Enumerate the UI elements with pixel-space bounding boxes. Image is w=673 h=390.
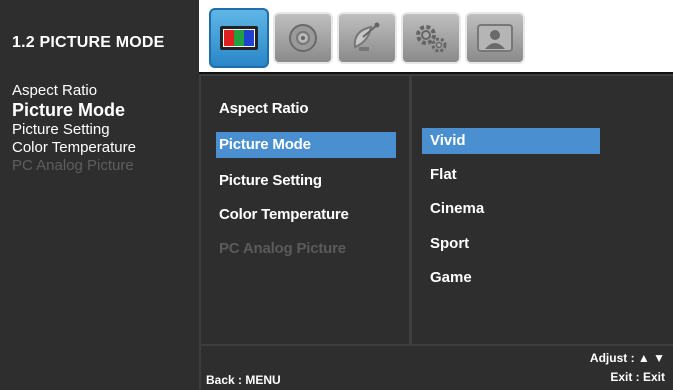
help-title: 1.2 PICTURE MODE xyxy=(12,34,165,51)
adjust-hint: Adjust : ▲ ▼ xyxy=(589,351,665,365)
help-item-aspect-ratio: Aspect Ratio xyxy=(12,82,98,99)
tab-setup[interactable] xyxy=(401,12,461,64)
menu-list: Aspect Ratio Picture Mode Picture Settin… xyxy=(201,76,409,344)
tab-channel[interactable] xyxy=(337,12,397,64)
help-item-picture-mode: Picture Mode xyxy=(12,100,126,120)
option-cinema[interactable]: Cinema xyxy=(422,196,600,222)
option-vivid[interactable]: Vivid xyxy=(422,128,600,154)
picture-icon xyxy=(220,26,258,50)
satellite-icon xyxy=(353,22,380,51)
back-hint: Back : MENU xyxy=(206,373,281,387)
options-list: Vivid Flat Cinema Sport Game xyxy=(412,76,673,344)
menu-item-color-temperature[interactable]: Color Temperature xyxy=(216,202,396,228)
menu-item-picture-mode[interactable]: Picture Mode xyxy=(216,132,396,158)
help-list: Aspect Ratio Picture Mode Picture Settin… xyxy=(12,82,189,175)
menu-item-aspect-ratio[interactable]: Aspect Ratio xyxy=(216,96,396,122)
help-item-picture-setting: Picture Setting xyxy=(12,121,110,138)
exit-hint: Exit : Exit xyxy=(610,370,665,384)
footer-hints: Back : MENU Adjust : ▲ ▼ Exit : Exit xyxy=(201,346,673,390)
option-game[interactable]: Game xyxy=(422,265,600,291)
tab-user[interactable] xyxy=(465,12,525,64)
tab-picture[interactable] xyxy=(209,8,269,68)
sound-icon xyxy=(289,24,317,52)
help-panel: 1.2 PICTURE MODE Aspect Ratio Picture Mo… xyxy=(0,0,199,390)
help-item-pc-analog-picture: PC Analog Picture xyxy=(12,157,134,174)
menu-panel: Aspect Ratio Picture Mode Picture Settin… xyxy=(199,72,673,390)
menu-item-picture-setting[interactable]: Picture Setting xyxy=(216,168,396,194)
option-sport[interactable]: Sport xyxy=(422,231,600,257)
tab-sound[interactable] xyxy=(273,12,333,64)
user-icon xyxy=(477,24,513,52)
tab-bar xyxy=(199,0,673,72)
setup-gear-icon xyxy=(416,25,447,53)
menu-item-pc-analog-picture: PC Analog Picture xyxy=(219,240,346,257)
option-flat[interactable]: Flat xyxy=(422,162,600,188)
help-item-color-temperature: Color Temperature xyxy=(12,139,136,156)
